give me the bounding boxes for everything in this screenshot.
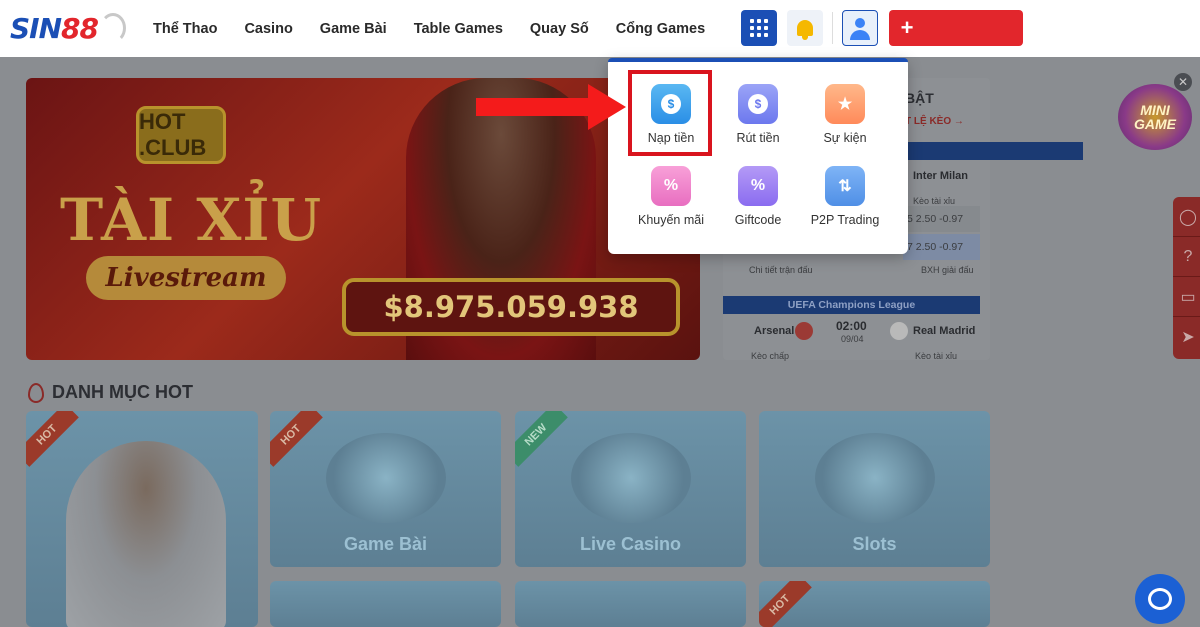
tile-label: Live Casino: [579, 534, 682, 554]
popup-item-label: Sự kiện: [823, 131, 867, 145]
match-time: 02:00: [836, 319, 867, 333]
popup-item-events[interactable]: ★ Sự kiện: [800, 84, 890, 154]
nav-casino[interactable]: Casino: [244, 21, 292, 37]
transfer-icon: ⇅: [825, 166, 865, 206]
match-date: 09/04: [841, 334, 864, 344]
popup-item-giftcode[interactable]: % Giftcode: [713, 166, 803, 236]
player-image: [66, 441, 226, 627]
nav-cong-games[interactable]: Cổng Games: [616, 21, 705, 37]
ticket-icon: %: [738, 166, 778, 206]
calendar-icon: ★: [825, 84, 865, 124]
match-detail-link[interactable]: Chi tiết trận đấu: [749, 265, 813, 275]
category-tile-cockfight[interactable]: HOT: [759, 581, 990, 627]
top-header: SIN88 Thể Thao Casino Game Bài Table Gam…: [0, 0, 1200, 57]
bell-icon: [797, 20, 813, 40]
grid-icon: [750, 19, 768, 37]
highlight-box-annotation: [628, 70, 712, 156]
chat-bubble-icon[interactable]: ▭: [1173, 277, 1200, 317]
telegram-icon[interactable]: ➤: [1173, 317, 1200, 357]
nav-table-games[interactable]: Table Games: [414, 21, 503, 37]
nav-the-thao[interactable]: Thể Thao: [153, 21, 217, 37]
mini-game-launcher[interactable]: MINI GAME: [1118, 84, 1192, 150]
odds-row-1[interactable]: 5 2.50 -0.97: [903, 206, 980, 232]
promo-icon: %: [651, 166, 691, 206]
dealer-art: [570, 433, 691, 523]
standings-link[interactable]: BXH giải đấu: [921, 265, 974, 275]
popup-item-label: Khuyến mãi: [637, 213, 704, 227]
category-tile-sports[interactable]: HOT: [26, 411, 258, 627]
banner-subtitle: Livestream: [86, 256, 286, 300]
withdraw-icon: $: [738, 84, 778, 124]
popup-item-promotions[interactable]: % Khuyến mãi: [626, 166, 716, 236]
nav-game-bai[interactable]: Game Bài: [320, 21, 387, 37]
cards-art: [325, 433, 446, 523]
user-icon: [855, 18, 865, 28]
ou-label: Kèo tài xỉu: [915, 351, 958, 361]
handicap-label: Kèo chấp: [751, 351, 790, 361]
hot-category-heading: DANH MỤC HOT: [28, 382, 193, 403]
header-divider: [832, 12, 833, 44]
odds-link[interactable]: T LỆ KÈO →: [905, 116, 964, 127]
team-real-madrid: Real Madrid: [913, 325, 976, 337]
league-bar-ucl: UEFA Champions League: [723, 296, 980, 314]
tile-label: Slots: [852, 534, 897, 554]
help-icon[interactable]: ?: [1173, 237, 1200, 277]
new-ribbon: NEW: [515, 411, 568, 467]
main-nav: Thể Thao Casino Game Bài Table Games Qua…: [153, 0, 705, 57]
hot-category-title: DANH MỤC HOT: [52, 382, 193, 402]
odds-row-2[interactable]: 7 2.50 -0.97: [903, 234, 980, 260]
team-inter-milan: Inter Milan: [913, 170, 969, 182]
notifications-button[interactable]: [787, 10, 823, 46]
live-chat-button[interactable]: [1135, 574, 1185, 624]
profile-icon[interactable]: ◯: [1173, 197, 1200, 237]
popup-item-label: Rút tiền: [736, 131, 780, 145]
category-tile-slots[interactable]: Slots: [759, 411, 990, 567]
category-tile-game-bai[interactable]: HOT Game Bài: [270, 411, 501, 567]
chat-icon: [1148, 588, 1172, 610]
arrow-pointer-icon: [476, 84, 626, 130]
treasure-pot-art: [814, 433, 935, 523]
real-madrid-crest-icon: [890, 322, 908, 340]
team-arsenal: Arsenal: [754, 325, 795, 337]
plus-icon: +: [900, 15, 914, 40]
apps-menu-button[interactable]: [741, 10, 777, 46]
hot-ribbon: HOT: [26, 411, 79, 467]
panel-title-fragment: BẬT: [905, 90, 934, 106]
popup-item-p2p-trading[interactable]: ⇅ P2P Trading: [800, 166, 890, 236]
logo-swoosh-icon: [100, 13, 126, 43]
category-tile-lottery[interactable]: [515, 581, 746, 627]
odds-label: Kèo tài xỉu: [913, 196, 956, 206]
hot-ribbon: HOT: [759, 581, 812, 627]
side-toolbar: ◯ ? ▭ ➤: [1173, 197, 1200, 359]
nav-quay-so[interactable]: Quay Số: [530, 21, 589, 37]
tile-label: Game Bài: [343, 534, 428, 554]
arsenal-crest-icon: [795, 322, 813, 340]
add-funds-button[interactable]: +: [889, 10, 1023, 46]
category-tile-live-casino[interactable]: NEW Live Casino: [515, 411, 746, 567]
popup-item-label: P2P Trading: [810, 213, 880, 227]
account-button[interactable]: [842, 10, 878, 46]
hot-ribbon: HOT: [270, 411, 323, 467]
league-bar-1: [903, 142, 1083, 160]
jackpot-amount: $8.975.059.938: [342, 278, 680, 336]
flame-icon: [28, 382, 44, 403]
popup-item-label: Giftcode: [734, 213, 782, 227]
category-tile-fishing[interactable]: [270, 581, 501, 627]
logo-text: SIN88: [10, 11, 99, 45]
hot-club-logo: HOT .CLUB: [136, 106, 226, 164]
banner-title: TÀI XỈU: [60, 186, 323, 254]
site-logo[interactable]: SIN88: [10, 8, 140, 48]
close-icon[interactable]: ✕: [1174, 73, 1192, 91]
popup-item-withdraw[interactable]: $ Rút tiền: [713, 84, 803, 154]
